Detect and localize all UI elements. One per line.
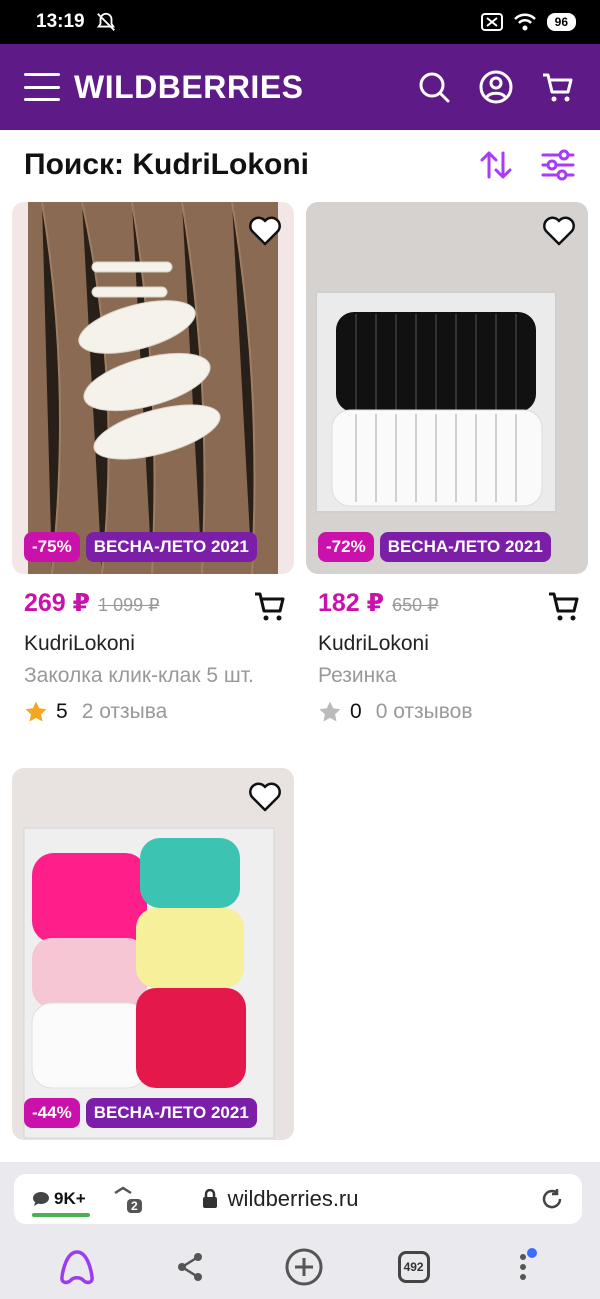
- product-image[interactable]: -44% ВЕСНА-ЛЕТО 2021: [12, 768, 294, 1140]
- reviews-count[interactable]: 2 отзыва: [82, 700, 168, 724]
- tabs-mini-count: 2: [126, 1199, 142, 1213]
- rating-row: 0 0 отзывов: [318, 700, 473, 724]
- favorite-heart-icon[interactable]: [248, 780, 282, 814]
- season-badge: ВЕСНА-ЛЕТО 2021: [85, 532, 257, 562]
- discount-badge: -75%: [24, 532, 80, 562]
- colorful-hair-ties-image: [12, 768, 294, 1140]
- rating-value: 0: [350, 700, 362, 723]
- browser-bottom-nav: 492: [0, 1234, 600, 1299]
- rating-value: 5: [56, 700, 68, 723]
- product-card[interactable]: -75% ВЕСНА-ЛЕТО 2021 269 ₽ 1 099 ₽ Kudri…: [12, 202, 294, 742]
- discount-badge: -44%: [24, 1098, 80, 1128]
- price-row: 269 ₽ 1 099 ₽: [24, 588, 294, 621]
- comments-count: 9K+: [54, 1189, 86, 1208]
- url-text: wildberries.ru: [227, 1186, 359, 1211]
- favorite-heart-icon[interactable]: [248, 214, 282, 248]
- product-image[interactable]: -75% ВЕСНА-ЛЕТО 2021: [12, 202, 294, 574]
- reload-icon[interactable]: [540, 1187, 564, 1211]
- product-brand: KudriLokoni: [24, 632, 135, 655]
- star-icon: [25, 701, 47, 722]
- favorite-heart-icon[interactable]: [542, 214, 576, 248]
- add-to-cart-icon[interactable]: [252, 588, 288, 624]
- pearl-hair-clips-image: [12, 202, 294, 574]
- reviews-count[interactable]: 0 отзывов: [376, 700, 473, 724]
- no-sim-icon: [480, 13, 503, 31]
- product-name[interactable]: Резинка: [318, 664, 578, 688]
- url-field[interactable]: wildberries.ru: [202, 1186, 359, 1212]
- url-pill[interactable]: 9K+ 2 wildberries.ru: [14, 1174, 582, 1224]
- product-name[interactable]: Заколка клик-клак 5 шт.: [24, 664, 284, 688]
- star-icon: [319, 701, 341, 722]
- season-badge: ВЕСНА-ЛЕТО 2021: [85, 1098, 257, 1128]
- status-time: 13:19: [36, 11, 85, 32]
- season-badge: ВЕСНА-ЛЕТО 2021: [379, 532, 551, 562]
- browser-address-bar: 9K+ 2 wildberries.ru: [0, 1162, 600, 1234]
- price-row: 182 ₽ 650 ₽: [318, 588, 588, 621]
- rating-row: 5 2 отзыва: [24, 700, 167, 724]
- app-header: WILDBERRIES: [0, 44, 600, 130]
- price: 182 ₽: [318, 589, 385, 617]
- status-bar: 13:19 96: [0, 0, 600, 44]
- brand-logo[interactable]: WILDBERRIES: [74, 69, 304, 106]
- page-title: Поиск: KudriLokoni: [24, 148, 309, 181]
- cart-icon[interactable]: [540, 69, 576, 105]
- filter-icon[interactable]: [540, 147, 576, 183]
- product-card[interactable]: -72% ВЕСНА-ЛЕТО 2021 182 ₽ 650 ₽ KudriLo…: [306, 202, 588, 742]
- search-icon[interactable]: [416, 69, 452, 105]
- lock-icon: [202, 1189, 217, 1208]
- old-price: 650 ₽: [392, 595, 439, 615]
- product-card[interactable]: -44% ВЕСНА-ЛЕТО 2021: [12, 768, 294, 1162]
- product-brand: KudriLokoni: [318, 632, 429, 655]
- sort-icon[interactable]: [478, 147, 514, 183]
- search-header: Поиск: KudriLokoni: [0, 130, 600, 200]
- battery-indicator: 96: [546, 13, 576, 31]
- price: 269 ₽: [24, 589, 91, 617]
- comment-icon: [33, 1192, 49, 1206]
- menu-icon[interactable]: [24, 73, 60, 101]
- black-white-hair-ties-image: [306, 202, 588, 574]
- wifi-icon: [513, 13, 536, 31]
- add-to-cart-icon[interactable]: [546, 588, 582, 624]
- old-price: 1 099 ₽: [98, 595, 160, 615]
- profile-icon[interactable]: [478, 69, 514, 105]
- share-icon[interactable]: [170, 1247, 210, 1287]
- new-tab-plus-icon[interactable]: [284, 1247, 324, 1287]
- discount-badge: -72%: [318, 532, 374, 562]
- alice-assistant-icon[interactable]: [57, 1247, 97, 1287]
- tabs-count-button[interactable]: 492: [397, 1250, 430, 1283]
- comments-button[interactable]: 9K+: [32, 1189, 90, 1217]
- tabs-mini-button[interactable]: 2: [112, 1185, 142, 1213]
- product-image[interactable]: -72% ВЕСНА-ЛЕТО 2021: [306, 202, 588, 574]
- more-menu-icon[interactable]: [503, 1247, 543, 1287]
- mute-icon: [96, 12, 115, 31]
